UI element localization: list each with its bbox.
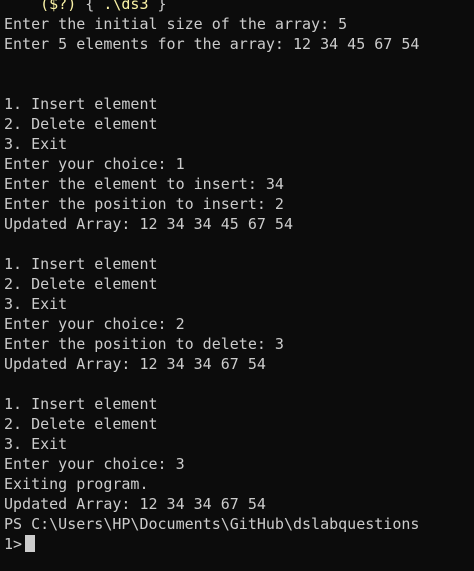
terminal-line: Updated Array: 12 34 34 45 67 54	[4, 215, 293, 233]
terminal-line: Enter 5 elements for the array: 12 34 45…	[4, 35, 420, 53]
command-segment: ($?)	[40, 0, 77, 13]
terminal-line: Enter the position to insert: 2	[4, 195, 284, 213]
terminal-line: Enter the position to delete: 3	[4, 335, 284, 353]
text-cursor	[25, 535, 36, 552]
terminal-line: 2. Delete element	[4, 275, 158, 293]
terminal-line: 2. Delete element	[4, 415, 158, 433]
terminal-line: 1. Insert element	[4, 395, 158, 413]
terminal-line: 3. Exit	[4, 295, 68, 313]
command-segment	[4, 0, 40, 13]
terminal-line: Updated Array: 12 34 34 67 54	[4, 495, 266, 513]
terminal-line: 1. Insert element	[4, 255, 158, 273]
terminal-line: Enter your choice: 3	[4, 455, 185, 473]
terminal-window[interactable]: ($?) { .\ds3 } Enter the initial size of…	[0, 0, 474, 571]
terminal-output: ($?) { .\ds3 } Enter the initial size of…	[4, 0, 474, 554]
output-lines: Enter the initial size of the array: 5 En…	[4, 14, 474, 534]
command-segment: {	[76, 0, 104, 13]
command-line: ($?) { .\ds3 }	[4, 0, 474, 14]
terminal-line: 2. Delete element	[4, 115, 158, 133]
prompt-line[interactable]: 1>	[4, 534, 474, 554]
terminal-line: PS C:\Users\HP\Documents\GitHub\dslabque…	[4, 515, 420, 533]
terminal-line: 1. Insert element	[4, 95, 158, 113]
terminal-line: Enter your choice: 2	[4, 315, 185, 333]
prompt-text: 1>	[4, 535, 23, 553]
command-segment: }	[148, 0, 167, 13]
terminal-line: Enter the element to insert: 34	[4, 175, 284, 193]
terminal-line: Enter your choice: 1	[4, 155, 185, 173]
terminal-line: Enter the initial size of the array: 5	[4, 15, 348, 33]
terminal-line: 3. Exit	[4, 435, 68, 453]
terminal-line: Exiting program.	[4, 475, 149, 493]
command-segment: .\ds3	[103, 0, 149, 13]
terminal-line: Updated Array: 12 34 34 67 54	[4, 355, 266, 373]
terminal-line: 3. Exit	[4, 135, 68, 153]
